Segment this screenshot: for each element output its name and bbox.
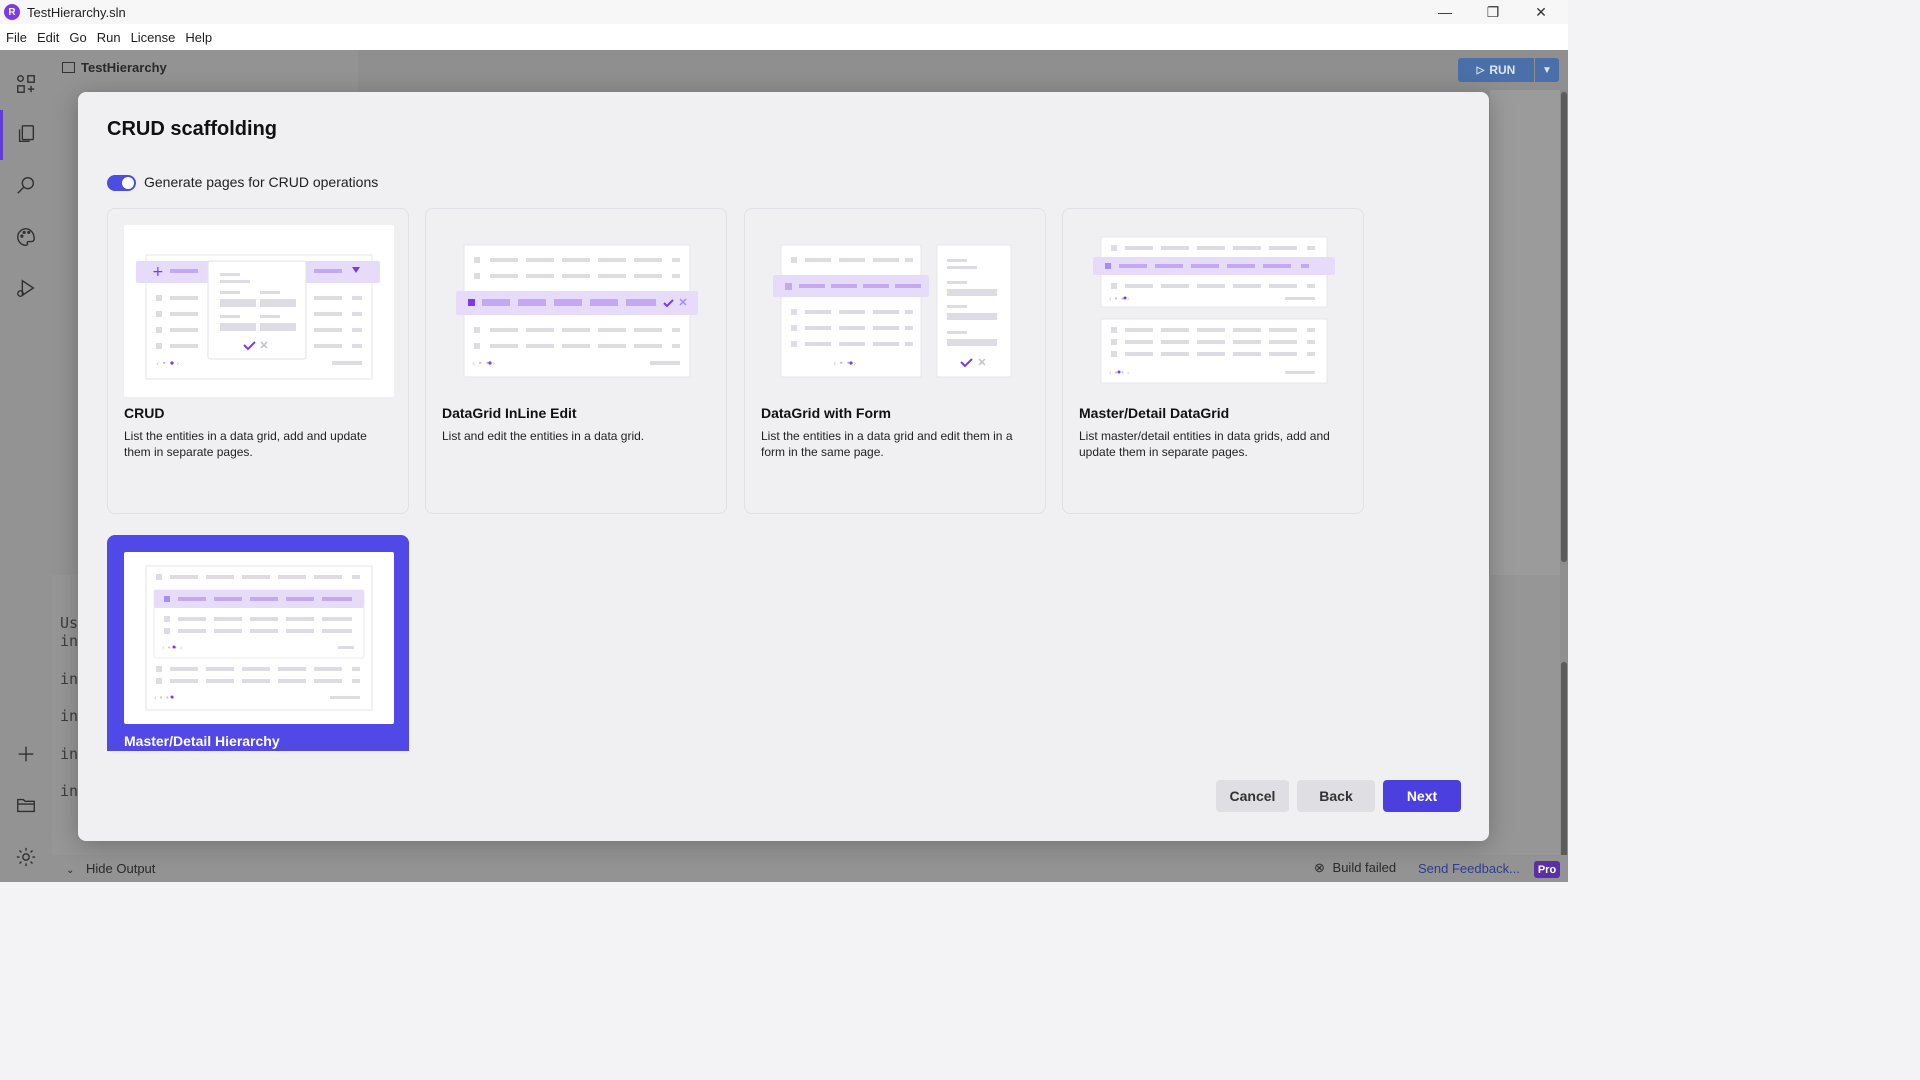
error-circle-icon: ⊗ xyxy=(1314,860,1325,875)
generate-pages-label: Generate pages for CRUD operations xyxy=(144,174,379,190)
card-title: DataGrid InLine Edit xyxy=(442,405,577,421)
generate-pages-toggle[interactable] xyxy=(107,175,136,191)
template-card-datagrid-inline-edit[interactable]: ‹ • • › DataGrid InLine Edit List and ed… xyxy=(425,208,727,514)
pages-icon[interactable] xyxy=(14,122,38,146)
code-fragment: in xyxy=(60,670,79,688)
hide-output-label: Hide Output xyxy=(86,861,156,876)
title-bar: R TestHierarchy.sln — ❐ ✕ xyxy=(0,0,1568,24)
toggle-knob xyxy=(122,177,134,189)
search-icon[interactable] xyxy=(14,173,38,197)
cancel-button[interactable]: Cancel xyxy=(1216,780,1289,812)
open-folder-icon[interactable] xyxy=(14,793,38,817)
code-fragment: in xyxy=(60,745,79,763)
code-fragment: in xyxy=(60,707,79,725)
run-button[interactable]: ▷ RUN xyxy=(1458,58,1534,82)
pro-badge: Pro xyxy=(1534,861,1560,878)
card-description: List the entities in a data grid and edi… xyxy=(761,429,1013,459)
svg-text:‹ • • ›: ‹ • • › xyxy=(472,359,495,368)
dialog-title: CRUD scaffolding xyxy=(107,118,277,140)
project-window-icon xyxy=(62,62,75,73)
svg-text:‹ • • ›: ‹ • • › xyxy=(162,644,183,652)
template-card-datagrid-with-form[interactable]: ‹ • • › DataGrid with Form List the enti… xyxy=(744,208,1046,514)
run-dropdown-chevron-icon[interactable]: ▼ xyxy=(1535,58,1559,82)
code-fragment: in xyxy=(60,632,79,650)
back-button[interactable]: Back xyxy=(1297,780,1375,812)
svg-text:‹ • • ›: ‹ • • › xyxy=(1109,295,1130,303)
build-status[interactable]: ⊗ Build failed xyxy=(1314,860,1396,876)
restore-button[interactable]: ❐ xyxy=(1470,0,1516,24)
code-fragment: Us xyxy=(60,614,79,632)
card-description: List and edit the entities in a data gri… xyxy=(442,429,645,443)
menu-bar: File Edit Go Run License Help xyxy=(0,24,1568,50)
run-label: RUN xyxy=(1489,63,1516,77)
inline-edit-preview-image: ‹ • • › xyxy=(442,225,712,397)
menu-help[interactable]: Help xyxy=(185,30,212,45)
next-button[interactable]: Next xyxy=(1383,780,1461,812)
close-button[interactable]: ✕ xyxy=(1518,0,1564,24)
card-title: CRUD xyxy=(124,405,165,421)
minimize-button[interactable]: — xyxy=(1422,0,1468,24)
build-status-label: Build failed xyxy=(1332,860,1397,875)
project-name: TestHierarchy xyxy=(81,60,167,75)
crud-scaffolding-dialog: CRUD scaffolding Generate pages for CRUD… xyxy=(78,92,1489,841)
send-feedback-link[interactable]: Send Feedback... xyxy=(1418,861,1520,876)
template-card-crud[interactable]: + ‹ • • › CRUD List the entities in a da… xyxy=(107,208,409,514)
card-title: Master/Detail Hierarchy xyxy=(124,733,280,749)
datagrid-form-preview-image: ‹ • • › xyxy=(761,225,1031,397)
palette-icon[interactable] xyxy=(14,225,38,249)
menu-edit[interactable]: Edit xyxy=(37,30,59,45)
run-debug-icon[interactable] xyxy=(14,276,38,300)
menu-run[interactable]: Run xyxy=(97,30,121,45)
active-indicator xyxy=(0,110,3,160)
window-title: TestHierarchy.sln xyxy=(27,4,126,20)
master-detail-grid-preview-image: ‹ • • › ‹ • • › xyxy=(1079,225,1349,397)
menu-file[interactable]: File xyxy=(6,30,27,45)
master-detail-hierarchy-preview-image: ‹ • • › ‹ • • › xyxy=(124,552,394,724)
menu-go[interactable]: Go xyxy=(69,30,86,45)
menu-license[interactable]: License xyxy=(131,30,176,45)
play-icon: ▷ xyxy=(1476,64,1485,76)
code-fragment: in xyxy=(60,782,79,800)
card-title: DataGrid with Form xyxy=(761,405,891,421)
components-icon[interactable] xyxy=(14,72,38,96)
template-card-master-detail-datagrid[interactable]: ‹ • • › ‹ • • › Master/Detail DataGrid L… xyxy=(1062,208,1364,514)
card-title: Master/Detail DataGrid xyxy=(1079,405,1230,421)
scrollbar-thumb-lower[interactable] xyxy=(1561,662,1567,872)
card-description: List the entities in a data grid, add an… xyxy=(124,429,367,459)
editor-pane xyxy=(1490,90,1560,575)
hide-output-toggle[interactable]: ⌄ Hide Output xyxy=(66,861,155,876)
project-title: TestHierarchy xyxy=(62,60,167,75)
crud-preview-image: + ‹ • • › xyxy=(124,225,394,397)
scrollbar-thumb[interactable] xyxy=(1561,92,1567,562)
add-icon[interactable] xyxy=(14,742,38,766)
app-logo-icon: R xyxy=(4,4,20,20)
svg-text:+: + xyxy=(152,264,164,280)
chevron-down-icon: ⌄ xyxy=(66,865,75,876)
card-description: List master/detail entities in data grid… xyxy=(1079,429,1330,459)
settings-gear-icon[interactable] xyxy=(14,845,38,869)
svg-text:‹ • • ›: ‹ • • › xyxy=(833,359,856,368)
svg-text:‹ • • ›: ‹ • • › xyxy=(156,359,179,368)
template-card-master-detail-hierarchy[interactable]: ‹ • • › ‹ • • › Master/Detail Hierarchy xyxy=(107,535,409,751)
